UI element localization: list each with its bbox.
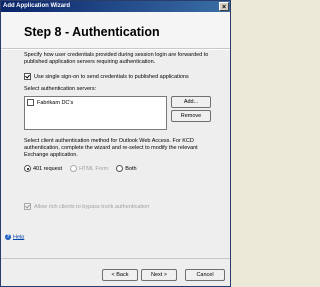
back-button[interactable]: < Back bbox=[102, 269, 138, 281]
title-bar: Add Application Wizard × bbox=[1, 1, 230, 12]
sso-checkbox-label: Use single sign-on to send credentials t… bbox=[34, 73, 189, 80]
radio-label: HTML Form bbox=[79, 165, 109, 172]
page-title: Step 8 - Authentication bbox=[24, 25, 160, 39]
auth-method-group: 401 request HTML Form Both bbox=[24, 165, 145, 172]
radio-401-request[interactable]: 401 request bbox=[24, 165, 62, 172]
servers-label: Select authentication servers: bbox=[24, 86, 97, 92]
window-title: Add Application Wizard bbox=[3, 3, 71, 9]
client-auth-text: Select client authentication method for … bbox=[24, 138, 198, 158]
next-button[interactable]: Next > bbox=[141, 269, 177, 281]
cancel-button[interactable]: Cancel bbox=[185, 269, 225, 281]
help-icon: ? bbox=[5, 234, 11, 240]
sso-checkbox-row[interactable]: Use single sign-on to send credentials t… bbox=[24, 73, 189, 80]
header-divider bbox=[1, 48, 230, 50]
close-icon[interactable]: × bbox=[219, 2, 229, 11]
rich-clients-label: Allow rich clients to bypass trunk authe… bbox=[34, 203, 150, 210]
server-label: Fabrikam DC's bbox=[37, 99, 74, 106]
radio-html-form: HTML Form bbox=[70, 165, 108, 172]
rich-clients-checkbox bbox=[24, 203, 31, 210]
help-link-row[interactable]: ? Help bbox=[5, 234, 24, 240]
list-item[interactable]: Fabrikam DC's bbox=[27, 99, 73, 106]
description-text: Specify how user credentials provided du… bbox=[24, 52, 209, 65]
radio-button[interactable] bbox=[24, 165, 31, 172]
wizard-window: Add Application Wizard × Step 8 - Authen… bbox=[0, 0, 231, 287]
sso-checkbox[interactable] bbox=[24, 73, 31, 80]
server-checkbox[interactable] bbox=[27, 99, 34, 106]
remove-button[interactable]: Remove bbox=[171, 110, 211, 122]
radio-button bbox=[70, 165, 78, 172]
rich-clients-checkbox-row: Allow rich clients to bypass trunk authe… bbox=[24, 203, 149, 210]
servers-list[interactable]: Fabrikam DC's bbox=[24, 96, 167, 130]
radio-button[interactable] bbox=[116, 165, 124, 172]
radio-label: Both bbox=[125, 165, 137, 172]
help-link[interactable]: Help bbox=[13, 234, 24, 240]
wizard-footer: < Back Next > Cancel bbox=[1, 259, 230, 286]
radio-label: 401 request bbox=[33, 165, 63, 172]
radio-both[interactable]: Both bbox=[116, 165, 137, 172]
add-button[interactable]: Add... bbox=[171, 96, 211, 108]
